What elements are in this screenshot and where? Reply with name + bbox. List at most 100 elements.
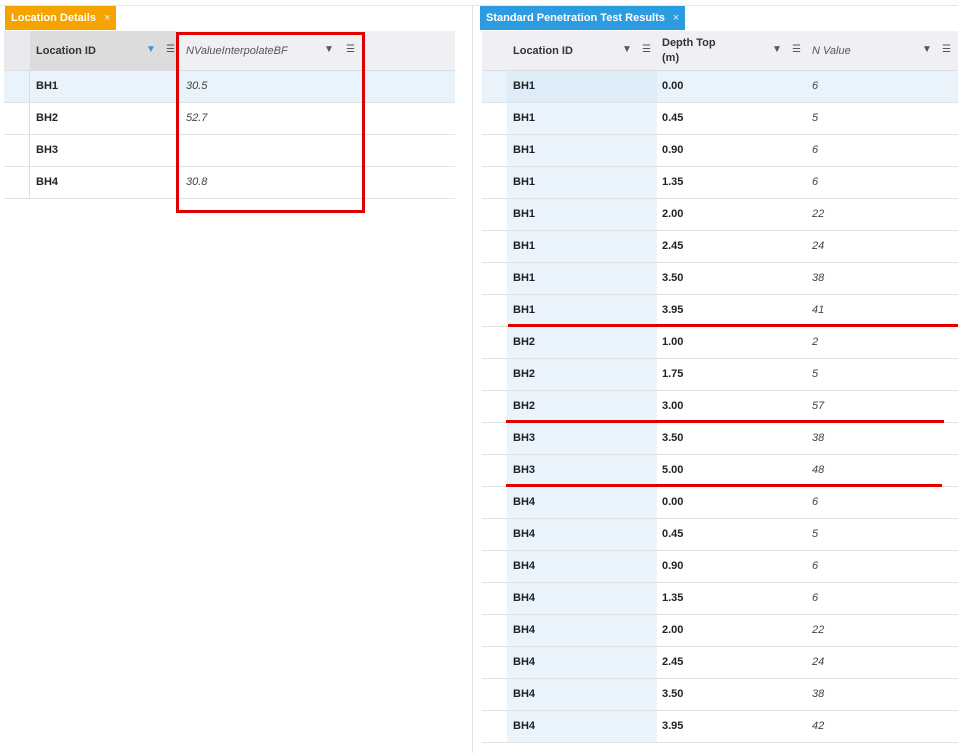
n-value-cell[interactable]: 38 <box>812 423 824 454</box>
n-value-cell[interactable]: 42 <box>812 711 824 742</box>
table-row[interactable]: BH4 0.90 6 <box>482 551 958 583</box>
depth-top-cell[interactable]: 3.00 <box>662 391 683 422</box>
depth-top-cell[interactable]: 2.00 <box>662 615 683 646</box>
table-row[interactable]: BH1 0.00 6 <box>482 71 958 103</box>
location-id-cell[interactable]: BH1 <box>513 295 535 326</box>
column-menu-icon[interactable]: ☰ <box>792 44 801 55</box>
location-id-cell[interactable]: BH3 <box>36 135 58 166</box>
location-id-cell[interactable]: BH1 <box>36 71 58 102</box>
table-row[interactable]: BH4 3.95 42 <box>482 711 958 743</box>
depth-top-cell[interactable]: 2.00 <box>662 199 683 230</box>
location-id-cell[interactable]: BH1 <box>513 71 535 102</box>
row-selector[interactable] <box>4 103 30 134</box>
location-id-cell[interactable]: BH1 <box>513 135 535 166</box>
table-row[interactable]: BH3 3.50 38 <box>482 423 958 455</box>
table-row[interactable]: BH1 1.35 6 <box>482 167 958 199</box>
column-menu-icon[interactable]: ☰ <box>642 44 651 55</box>
table-row[interactable]: BH2 3.00 57 <box>482 391 958 423</box>
depth-top-cell[interactable]: 0.90 <box>662 551 683 582</box>
row-selector[interactable] <box>4 71 30 102</box>
close-icon[interactable]: × <box>673 12 679 24</box>
location-id-cell[interactable]: BH4 <box>513 583 535 614</box>
n-value-cell[interactable]: 38 <box>812 679 824 710</box>
n-value-cell[interactable]: 38 <box>812 263 824 294</box>
tab-spt-results[interactable]: Standard Penetration Test Results × <box>480 6 686 30</box>
filter-icon[interactable]: ▼ <box>146 44 156 55</box>
n-value-cell[interactable]: 5 <box>812 359 818 390</box>
depth-top-cell[interactable]: 1.75 <box>662 359 683 390</box>
depth-top-cell[interactable]: 2.45 <box>662 231 683 262</box>
location-id-cell[interactable]: BH4 <box>36 167 58 198</box>
tab-location-details[interactable]: Location Details × <box>5 6 117 30</box>
table-row[interactable]: BH4 3.50 38 <box>482 679 958 711</box>
n-value-cell[interactable]: 41 <box>812 295 824 326</box>
column-menu-icon[interactable]: ☰ <box>942 44 951 55</box>
n-value-cell[interactable]: 6 <box>812 135 818 166</box>
n-value-cell[interactable]: 6 <box>812 71 818 102</box>
location-id-cell[interactable]: BH1 <box>513 167 535 198</box>
location-id-cell[interactable]: BH4 <box>513 551 535 582</box>
location-id-cell[interactable]: BH2 <box>36 103 58 134</box>
depth-top-cell[interactable]: 0.00 <box>662 487 683 518</box>
n-value-cell[interactable]: 5 <box>812 103 818 134</box>
table-row[interactable]: BH2 1.00 2 <box>482 327 958 359</box>
location-id-cell[interactable]: BH4 <box>513 615 535 646</box>
location-id-cell[interactable]: BH1 <box>513 263 535 294</box>
location-id-cell[interactable]: BH2 <box>513 327 535 358</box>
location-id-cell[interactable]: BH3 <box>513 455 535 486</box>
table-row[interactable]: BH2 1.75 5 <box>482 359 958 391</box>
table-row[interactable]: BH4 0.45 5 <box>482 519 958 551</box>
n-value-cell[interactable]: 6 <box>812 583 818 614</box>
n-value-cell[interactable]: 6 <box>812 487 818 518</box>
table-row[interactable]: BH1 2.45 24 <box>482 231 958 263</box>
depth-top-cell[interactable]: 0.45 <box>662 519 683 550</box>
table-row[interactable]: BH3 5.00 48 <box>482 455 958 487</box>
column-menu-icon[interactable]: ☰ <box>166 44 175 55</box>
depth-top-cell[interactable]: 3.50 <box>662 423 683 454</box>
depth-top-cell[interactable]: 5.00 <box>662 455 683 486</box>
n-value-cell[interactable]: 6 <box>812 551 818 582</box>
depth-top-cell[interactable]: 3.95 <box>662 295 683 326</box>
n-value-cell[interactable]: 22 <box>812 615 824 646</box>
row-selector[interactable] <box>4 167 30 198</box>
table-row[interactable]: BH4 0.00 6 <box>482 487 958 519</box>
location-id-cell[interactable]: BH2 <box>513 391 535 422</box>
location-id-cell[interactable]: BH1 <box>513 103 535 134</box>
filter-icon[interactable]: ▼ <box>772 44 782 55</box>
close-icon[interactable]: × <box>104 12 110 24</box>
depth-top-cell[interactable]: 3.50 <box>662 263 683 294</box>
n-value-cell[interactable]: 22 <box>812 199 824 230</box>
n-value-cell[interactable]: 57 <box>812 391 824 422</box>
table-row[interactable]: BH4 2.00 22 <box>482 615 958 647</box>
location-id-cell[interactable]: BH3 <box>513 423 535 454</box>
depth-top-cell[interactable]: 0.90 <box>662 135 683 166</box>
location-id-cell[interactable]: BH4 <box>513 711 535 742</box>
filter-icon[interactable]: ▼ <box>922 44 932 55</box>
location-id-cell[interactable]: BH1 <box>513 231 535 262</box>
n-value-cell[interactable]: 24 <box>812 647 824 678</box>
table-row[interactable]: BH1 0.45 5 <box>482 103 958 135</box>
column-header-depth-top[interactable]: Depth Top (m) <box>662 31 732 70</box>
table-row[interactable]: BH1 0.90 6 <box>482 135 958 167</box>
depth-top-cell[interactable]: 3.95 <box>662 711 683 742</box>
row-selector[interactable] <box>4 135 30 166</box>
depth-top-cell[interactable]: 1.35 <box>662 583 683 614</box>
table-row[interactable]: BH1 3.95 41 <box>482 295 958 327</box>
table-row[interactable]: BH4 2.45 24 <box>482 647 958 679</box>
n-value-cell[interactable]: 6 <box>812 167 818 198</box>
depth-top-cell[interactable]: 1.00 <box>662 327 683 358</box>
depth-top-cell[interactable]: 1.35 <box>662 167 683 198</box>
location-id-cell[interactable]: BH4 <box>513 679 535 710</box>
column-header-n-value[interactable]: N Value <box>812 31 851 70</box>
depth-top-cell[interactable]: 0.45 <box>662 103 683 134</box>
depth-top-cell[interactable]: 2.45 <box>662 647 683 678</box>
n-value-cell[interactable]: 5 <box>812 519 818 550</box>
location-id-cell[interactable]: BH4 <box>513 647 535 678</box>
column-header-location-id[interactable]: Location ID <box>513 31 573 70</box>
location-id-cell[interactable]: BH4 <box>513 487 535 518</box>
column-header-location-id[interactable]: Location ID <box>36 31 96 70</box>
filter-icon[interactable]: ▼ <box>622 44 632 55</box>
table-row[interactable]: BH4 1.35 6 <box>482 583 958 615</box>
depth-top-cell[interactable]: 0.00 <box>662 71 683 102</box>
depth-top-cell[interactable]: 3.50 <box>662 679 683 710</box>
